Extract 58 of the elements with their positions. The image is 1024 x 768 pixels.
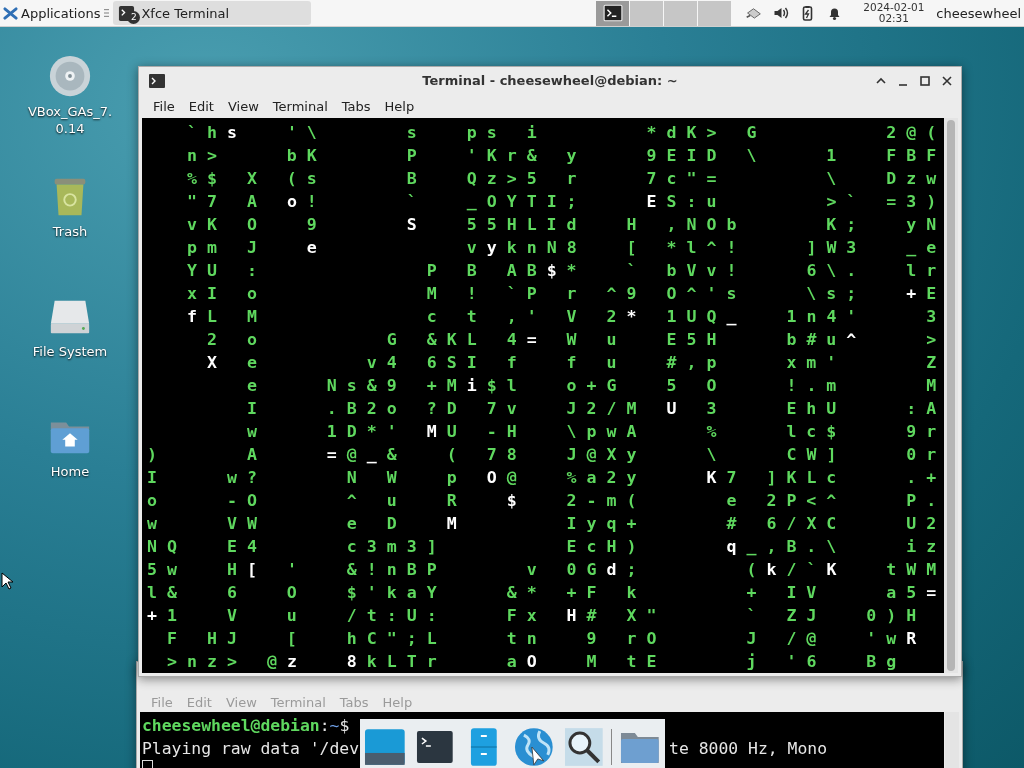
matrix-line: + 1 V u / t : U : F x H # X " ` Z J 0 ) H: [147, 605, 918, 627]
menu-item[interactable]: Tabs: [334, 98, 378, 114]
matrix-line: n > b K P ' K r & y 9 E I D \ 1 F B F: [185, 145, 938, 167]
terminal-output: te 8000 Hz, Mono: [669, 738, 827, 760]
matrix-line: l & 6 O $ ' k a Y & * + F k + I V a 5 =: [147, 582, 938, 604]
applications-menu[interactable]: Applications: [0, 1, 103, 25]
matrix-line: p m J e v y k n N 8 [ * l ^ ! ] W 3 _ e: [185, 237, 938, 259]
clock[interactable]: 2024-02-01 02:31: [863, 2, 925, 24]
menu-item[interactable]: View: [220, 98, 266, 114]
task-label: Xfce Terminal: [141, 5, 230, 21]
matrix-line: % $ X ( s B Q z > 5 r 7 c " = \ D z w: [185, 168, 938, 190]
maximize-icon[interactable]: [919, 74, 931, 87]
matrix-line: N Q E 4 c 3 m 3 ] E c H ) q _ , B . \ i z: [147, 536, 938, 558]
matrix-line: Y U : P B A B $ * ` b V v ! 6 \ . l r: [185, 260, 938, 282]
matrix-line: ` h s ' \ s p s i * d K > G 2 @ (: [185, 122, 938, 144]
clock-date: 2024-02-01: [863, 2, 925, 13]
matrix-line: o - O ^ u R $ 2 - m ( e 2 P < ^ P .: [147, 490, 938, 512]
matrix-line: e N s & 9 + M i $ l o + G 5 O ! . m M: [245, 375, 938, 397]
mouse-logo-icon: [3, 5, 18, 21]
volume-icon[interactable]: [772, 5, 790, 21]
network-icon[interactable]: [745, 5, 763, 21]
handle-icon: [104, 8, 110, 18]
terminal-icon: [602, 4, 623, 22]
close-icon[interactable]: [941, 74, 953, 87]
globe-icon[interactable]: [512, 725, 556, 768]
matrix-line: " 7 A o ! ` _ O Y T I ; E S : u > ` = 3 ): [185, 191, 938, 213]
matrix-line: I w ? N W p O @ % a 2 y K 7 ] K L c . +: [147, 467, 938, 489]
matrix-line: F H J [ h C " ; L t n 9 r O J / @ ' w R: [165, 628, 918, 650]
desktop-icon-label[interactable]: Home: [22, 463, 118, 480]
matrix-line: > n z > @ z 8 k L T r a O M t E j ' 6 B g: [165, 651, 898, 673]
scrollbar[interactable]: [945, 712, 959, 768]
menu-item[interactable]: Help: [377, 98, 422, 114]
menu-item[interactable]: Edit: [181, 98, 221, 114]
terminal-output: Playing raw data '/dev: [142, 738, 360, 760]
desktop-icon-label[interactable]: Trash: [22, 223, 118, 240]
desktop-icon-label[interactable]: File System: [22, 343, 118, 360]
matrix-line: w V W e D M I y q + # 6 / X C U 2: [147, 513, 938, 535]
matrix-line: I . B 2 o ? D 7 v J 2 / M U 3 E h U : A: [245, 398, 938, 420]
matrix-line: 2 o G & K L 4 = W u E 5 H b # u ^ >: [205, 329, 938, 351]
window-title: Terminal - cheesewheel@debian: ~: [422, 73, 678, 88]
terminal-prompt: cheesewheel@debian:~$: [142, 715, 351, 737]
workspace-button[interactable]: [596, 0, 630, 26]
clock-time: 02:31: [878, 13, 909, 24]
mouse-cursor-icon: [1, 572, 13, 590]
matrix-line: v K O 9 S 5 5 H L I d H , N O b K ; y N: [185, 214, 938, 236]
taskbar-button[interactable]: 2 Xfce Terminal: [113, 1, 312, 25]
user-menu[interactable]: cheesewheel: [936, 5, 1021, 21]
disc-icon[interactable]: [47, 53, 93, 99]
matrix-line: f L M c t , ' V 2 * 1 U Q _ 1 n 4 ' 3: [185, 306, 938, 328]
menu-item[interactable]: Terminal: [265, 98, 335, 114]
terminal-icon: [148, 71, 166, 90]
matrix-line: w 1 D * ' M U - H \ p w A % l c $ 9 r: [245, 421, 938, 443]
menu-item[interactable]: File: [146, 98, 182, 114]
matrix-line: ) A = @ _ & ( 7 8 J @ X y \ C W ] 0 r: [147, 444, 938, 466]
matrix-line: 5 w H [ ' & ! n B P v 0 G d ; ( k / ` K t W M: [147, 559, 938, 581]
count-badge: 2: [127, 11, 141, 24]
matrix-line: x I o M ! ` P r ^ 9 O ^ ' s \ s ; + E: [185, 283, 938, 305]
matrix-line: X e v 4 6 S I f f u # , p x m ' Z: [205, 352, 938, 374]
